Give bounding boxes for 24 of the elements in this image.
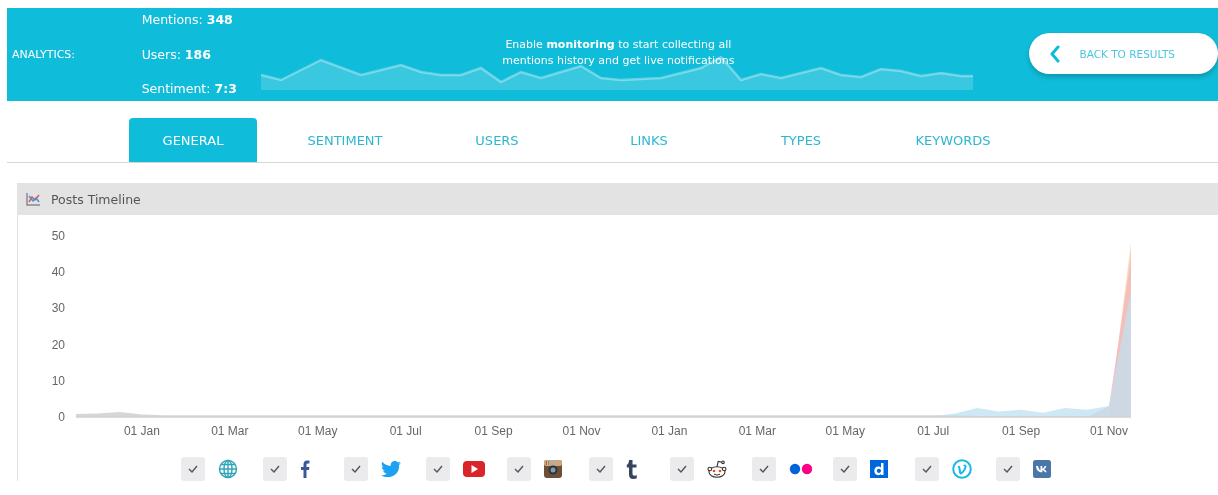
x-tick-label: 01 Sep (474, 424, 513, 438)
y-tick-label: 0 (58, 410, 65, 424)
y-tick-label: 30 (51, 301, 65, 316)
x-tick-label: 01 Sep (1002, 424, 1041, 438)
y-tick-label: 10 (51, 373, 65, 388)
x-tick-label: 01 Nov (562, 424, 601, 438)
x-tick-label: 01 Nov (1090, 424, 1129, 438)
x-tick-label: 01 Jul (389, 424, 422, 438)
x-tick-label: 01 Mar (738, 424, 777, 438)
panel-title: Posts Timeline (51, 191, 141, 207)
stat-text: Mentions: 348 (141, 12, 234, 27)
x-tick-label: 01 Mar (211, 424, 249, 438)
stat-text: Users: 186 (141, 46, 212, 62)
y-tick-label: 50 (51, 229, 65, 243)
y-tick-label: 20 (51, 337, 65, 352)
x-tick-label: 01 Jan (651, 424, 688, 438)
stat-text: Sentiment: 7:3 (141, 81, 238, 96)
analytics-label: ANALYTICS: (11, 48, 76, 61)
monitoring-notice: Enable monitoring to start collecting all mentions history and get live notifications (501, 37, 736, 69)
x-tick-label: 01 May (825, 424, 865, 438)
x-tick-label: 01 Jan (123, 424, 160, 438)
x-tick-label: 01 Jul (917, 424, 950, 438)
x-tick-label: 01 May (298, 424, 338, 438)
y-tick-label: 40 (51, 265, 65, 280)
